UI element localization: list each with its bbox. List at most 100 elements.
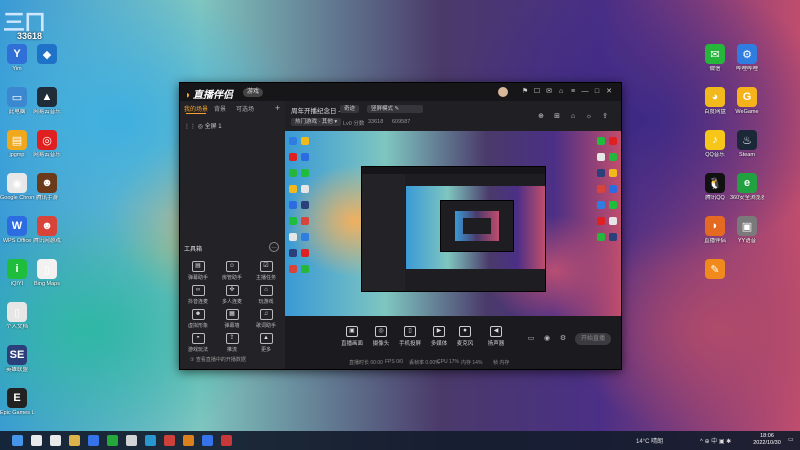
- desktop-icon[interactable]: E Epic Games Launcher: [0, 388, 34, 416]
- desktop-icon[interactable]: W WPS Office: [0, 216, 34, 244]
- taskbar-search-icon[interactable]: [31, 435, 42, 446]
- screen-icon[interactable]: ☐: [533, 87, 541, 96]
- desktop-icon[interactable]: ▲ 网易云音乐: [30, 87, 64, 115]
- gift-icon[interactable]: ⊕: [537, 112, 545, 121]
- desktop-icon[interactable]: ◉ Google Chrome: [0, 173, 34, 201]
- flag-icon[interactable]: ⚑: [521, 87, 529, 96]
- tool-item[interactable]: ☺ 房管助手: [217, 261, 247, 281]
- tool-label: 弹幕助手: [187, 275, 208, 281]
- desktop-icon[interactable]: G WeGame: [730, 87, 764, 115]
- desktop-icon[interactable]: ◗ 直播伴侣: [698, 216, 732, 244]
- desktop-icon[interactable]: ☻ 腾讯网游戏: [30, 216, 64, 244]
- microphone-button[interactable]: ⏺ 麦克风: [450, 326, 480, 347]
- clock-time: 18:06: [760, 433, 774, 439]
- room-title[interactable]: 周年开播纪念日 -: [291, 105, 340, 115]
- taskbar-explorer-icon[interactable]: [69, 435, 80, 446]
- tool-item[interactable]: ♫ 歌词助手: [251, 309, 281, 329]
- tool-item[interactable]: ▲ 更多: [251, 333, 281, 353]
- home-icon[interactable]: ⌂: [557, 87, 565, 96]
- meta-fans: 609587: [392, 119, 411, 125]
- desktop-icon[interactable]: 🐧 腾讯QQ: [698, 173, 732, 201]
- avatar[interactable]: [498, 87, 508, 97]
- room-tag[interactable]: 奇迹: [340, 105, 360, 113]
- desktop-icon[interactable]: ✉ 微信: [698, 44, 732, 72]
- tool-item[interactable]: ☑ 主播任务: [251, 261, 281, 281]
- system-tray[interactable]: ^ ⊕ 中 ▣ ✱: [700, 436, 731, 445]
- desktop-icon[interactable]: ◕ 百度网盘: [698, 87, 732, 115]
- speaker-button[interactable]: ◀ 扬声器: [481, 326, 511, 347]
- edit-icon[interactable]: ✎: [395, 106, 400, 112]
- taskbar-douyin-live-icon[interactable]: [183, 435, 194, 446]
- desktop-icon[interactable]: ▯ 个人文档: [0, 302, 34, 330]
- home-icon[interactable]: ⌂: [569, 112, 577, 121]
- desktop-icon[interactable]: ▣ YY语音: [730, 216, 764, 244]
- tool-item[interactable]: ∞ 抖音连麦: [183, 285, 213, 305]
- desktop-icon[interactable]: ◎ 网易云音乐: [30, 130, 64, 158]
- taskbar-task-view-icon[interactable]: [50, 435, 61, 446]
- tab-background[interactable]: 背景: [214, 104, 226, 113]
- tool-item[interactable]: ▤ 弹幕助手: [183, 261, 213, 281]
- desktop-icon[interactable]: ✎: [698, 259, 732, 281]
- tool-label: 多人连麦: [221, 299, 242, 305]
- settings-icon[interactable]: ⚙: [559, 334, 567, 343]
- tool-item[interactable]: ✜ 多人连麦: [217, 285, 247, 305]
- mode-badge[interactable]: 游戏: [243, 88, 264, 97]
- mail-icon[interactable]: ✉: [545, 87, 553, 96]
- desktop-icon[interactable]: ▯ Bing Maps: [30, 259, 64, 287]
- desktop-icon[interactable]: ⚙ 哔哩哔哩: [730, 44, 764, 72]
- taskbar-windows-icon[interactable]: [12, 435, 23, 446]
- taskbar-wechat-icon[interactable]: [107, 435, 118, 446]
- desktop-icon-label: QQ音乐: [705, 152, 725, 158]
- preview-desktop-icon: [289, 233, 297, 241]
- menu-icon[interactable]: ≡: [569, 87, 577, 96]
- category-select[interactable]: 热门游戏 · 其他 ▾: [291, 118, 342, 126]
- taskbar-edge-icon[interactable]: [145, 435, 156, 446]
- close-button[interactable]: ✕: [605, 87, 613, 96]
- scene-item-fullscreen[interactable]: ⋮⋮ ◎ 全屏 1: [184, 121, 222, 130]
- mode-select[interactable]: 竖屏模式 ✎: [367, 105, 423, 113]
- minimize-button[interactable]: —: [581, 87, 589, 96]
- toolbox-more-icon[interactable]: …: [269, 242, 279, 252]
- desktop-icon[interactable]: ♪ QQ音乐: [698, 130, 732, 158]
- live-data-hint[interactable]: ① 查看直播中的开播数据: [190, 356, 246, 363]
- notification-icon[interactable]: ▭: [788, 436, 794, 443]
- desktop-icon[interactable]: ▤ jpgmp: [0, 130, 34, 158]
- tool-item[interactable]: ☻ 虚拟形象: [183, 309, 213, 329]
- go-live-button[interactable]: 开始直播: [575, 333, 611, 345]
- taskbar-qq-icon[interactable]: [126, 435, 137, 446]
- weather-widget[interactable]: 14°C 晴朗: [636, 436, 663, 445]
- maximize-button[interactable]: □: [593, 87, 601, 96]
- record-icon[interactable]: ▭: [527, 334, 535, 343]
- tool-item[interactable]: ⇪ 推流: [217, 333, 247, 353]
- share-icon[interactable]: ⇪: [601, 112, 609, 121]
- bell-icon[interactable]: ☼: [585, 112, 593, 121]
- desktop-icon[interactable]: SE 英雄联盟: [0, 345, 34, 373]
- desktop-app-icon: ▤: [7, 130, 27, 150]
- taskbar-chrome-icon[interactable]: [164, 435, 175, 446]
- clock[interactable]: 18:06 2022/10/30: [752, 433, 782, 447]
- desktop-icon[interactable]: ☻ 腾讯手游: [30, 173, 64, 201]
- tab-optional[interactable]: 可选场: [236, 104, 254, 113]
- privacy-icon[interactable]: ◉: [543, 334, 551, 343]
- camera-button[interactable]: ◎ 摄像头: [366, 326, 396, 347]
- add-scene-icon[interactable]: +: [275, 103, 280, 113]
- taskbar-feishu-icon[interactable]: [88, 435, 99, 446]
- preview-desktop-icon: [597, 137, 605, 145]
- desktop-icon[interactable]: ♨ Steam: [730, 130, 764, 158]
- tab-my-scenes[interactable]: 我的场景: [184, 104, 208, 114]
- taskbar-store-icon[interactable]: [202, 435, 213, 446]
- grid-icon[interactable]: ⊞: [553, 112, 561, 121]
- desktop-icon[interactable]: ▭ 此电脑: [0, 87, 34, 115]
- taskbar-app-red-icon[interactable]: [221, 435, 232, 446]
- live-screen-button[interactable]: ▣ 直播画面: [337, 326, 367, 347]
- desktop-icon[interactable]: i iQIYI: [0, 259, 34, 287]
- desktop-icon[interactable]: ◆: [30, 44, 64, 66]
- phone-cast-button[interactable]: ▯ 手机投屏: [395, 326, 425, 347]
- desktop-icon[interactable]: e 360安全浏览器: [730, 173, 764, 201]
- desktop-icon-label: Google Chrome: [0, 195, 34, 201]
- tool-item[interactable]: ⌂ 玩游戏: [251, 285, 281, 305]
- tool-item[interactable]: ◓ 游戏玩法: [183, 333, 213, 353]
- live-preview[interactable]: [285, 131, 621, 316]
- desktop-icon[interactable]: Y Yim: [0, 44, 34, 72]
- tool-item[interactable]: ▦ 弹幕墙: [217, 309, 247, 329]
